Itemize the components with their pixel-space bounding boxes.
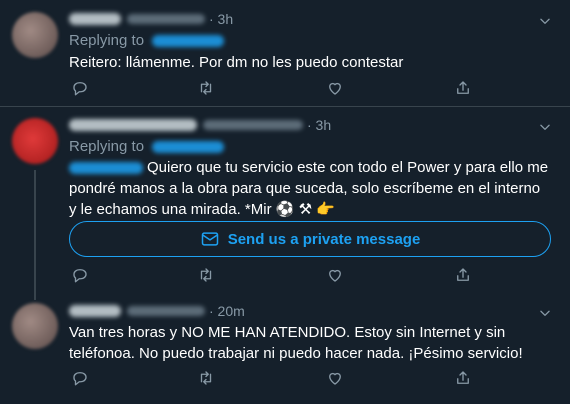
tweet-header: · 3h [69,10,233,30]
author-handle[interactable] [127,306,205,317]
retweet-icon [200,268,212,282]
avatar[interactable] [12,303,58,349]
reply-button[interactable] [71,266,91,286]
tweet-text: Van tres horas y NO ME HAN ATENDIDO. Est… [69,324,523,362]
replying-to-label: Replying to [69,138,145,155]
tweet-time[interactable]: · 3h [307,117,331,133]
tweet-header: · 3h [69,116,331,136]
replying-to-handle[interactable] [152,141,225,154]
like-icon [329,269,341,282]
author-name[interactable] [69,305,121,318]
share-button[interactable] [454,79,474,99]
reply-button[interactable] [71,369,91,389]
avatar[interactable] [12,118,58,164]
like-icon [329,82,341,95]
reply-icon [73,269,87,283]
author-name[interactable] [69,119,197,132]
retweet-button[interactable] [197,79,217,99]
share-icon [457,81,469,94]
tweet-text: Reitero: llámenme. Por dm no les puedo c… [69,54,404,71]
author-name[interactable] [69,13,121,26]
chevron-down-icon[interactable] [538,14,552,28]
chevron-down-icon[interactable] [538,306,552,320]
like-button[interactable] [326,79,346,99]
share-icon [457,371,469,384]
like-icon [329,372,341,385]
reply-icon [73,82,87,96]
avatar[interactable] [12,12,58,58]
replying-to-handle[interactable] [152,35,225,48]
retweet-button[interactable] [197,369,217,389]
mail-icon [201,232,218,246]
share-icon [457,268,469,281]
tweet-time[interactable]: · 20m [209,303,245,319]
reply-button[interactable] [71,79,91,99]
like-button[interactable] [326,369,346,389]
author-handle[interactable] [203,120,303,131]
tweet-actions [69,369,489,389]
reply-icon [73,372,87,386]
tweet-actions [69,266,489,286]
mention-link[interactable] [69,162,143,175]
tweet-header: · 20m [69,302,245,322]
author-handle[interactable] [127,14,205,25]
chevron-down-icon[interactable] [538,120,552,134]
retweet-button[interactable] [197,266,217,286]
thread-line [34,170,36,300]
send-private-message-button[interactable]: Send us a private message [69,221,551,257]
share-button[interactable] [454,369,474,389]
share-button[interactable] [454,266,474,286]
send-private-message-label: Send us a private message [227,230,421,248]
retweet-icon [200,371,212,385]
replying-to: Replying to [69,32,225,49]
retweet-icon [200,81,212,95]
like-button[interactable] [326,266,346,286]
tweet-text: Quiero que tu servicio este con todo el … [69,157,549,220]
replying-to: Replying to [69,138,225,155]
tweet-actions [69,79,489,99]
replying-to-label: Replying to [69,32,145,49]
tweet[interactable]: · 3h Replying to Reitero: llámenme. Por … [0,0,570,105]
tweet-time[interactable]: · 3h [209,11,233,27]
